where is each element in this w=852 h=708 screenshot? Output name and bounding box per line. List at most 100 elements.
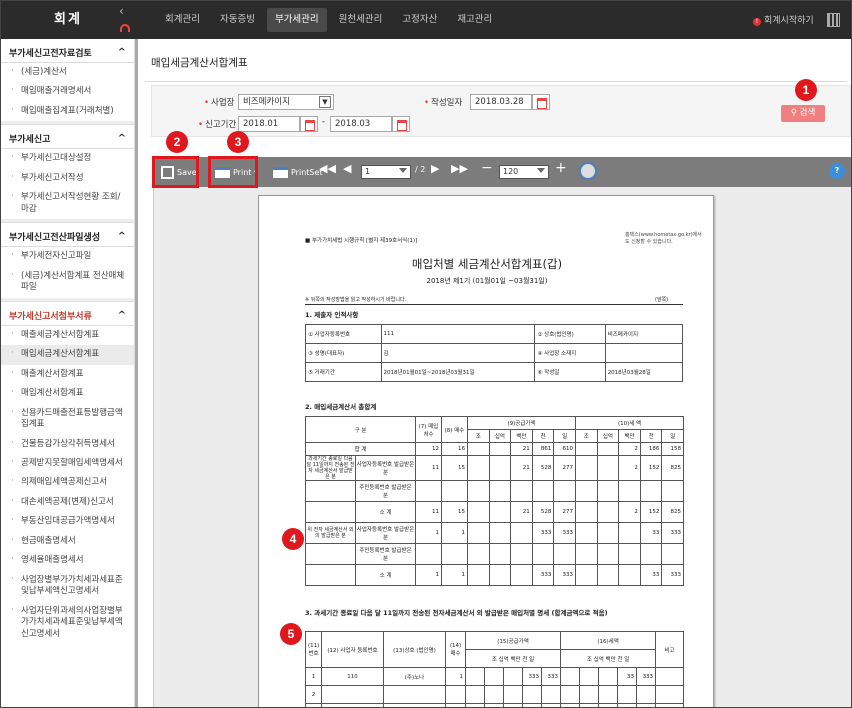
sidebar-item[interactable]: (세금)계산서 bbox=[1, 63, 134, 82]
table-cell: 김 bbox=[380, 343, 536, 363]
chevron-up-icon[interactable]: ^ bbox=[118, 310, 126, 321]
sidebar-item[interactable]: (세금)계산서합계표 전산매체파일 bbox=[1, 267, 134, 298]
page-total: / 2 bbox=[415, 165, 426, 174]
header-cell: (10)세 액 bbox=[575, 416, 685, 430]
sidebar-item[interactable]: 부가세전자신고파일 bbox=[1, 247, 134, 266]
sidebar-item[interactable]: 매입매출집계표(거래처별) bbox=[1, 102, 134, 121]
sidebar-section-header[interactable]: 부가세신고전자료검토 ^ bbox=[1, 43, 134, 63]
next-page-icon[interactable]: ▶ bbox=[431, 162, 439, 175]
sidebar-item[interactable]: 현금매출명세서 bbox=[1, 532, 134, 551]
sidebar-section-header[interactable]: 부가세신고서첨부서류 ^ bbox=[1, 306, 134, 326]
sidebar-item[interactable]: 의제매입세액공제신고서 bbox=[1, 473, 134, 492]
headset-icon[interactable] bbox=[120, 24, 130, 32]
period-to-input[interactable]: 2018.03 bbox=[330, 116, 392, 132]
table-cell bbox=[604, 343, 684, 363]
start-accounting-link[interactable]: ! 회계시작하기 bbox=[753, 13, 814, 26]
prev-page-icon[interactable]: ◀ bbox=[343, 162, 351, 175]
report-viewer[interactable]: ■ 부가가치세법 시행규칙 [별지 제39호서식(1)] 홈택스(www.hom… bbox=[153, 187, 851, 707]
sidebar-item[interactable]: 부가세신고대상설정 bbox=[1, 149, 134, 168]
sidebar-section-header[interactable]: 부가세신고전산파일생성 ^ bbox=[1, 227, 134, 248]
nav-tab[interactable]: 원천세관리 bbox=[331, 8, 391, 32]
table-cell bbox=[484, 685, 504, 704]
search-button[interactable]: ⚲ 검색 bbox=[781, 105, 825, 122]
sidebar-section-title: 부가세신고서첨부서류 bbox=[9, 311, 92, 322]
page-title: 매입세금계산서합계표 bbox=[151, 57, 248, 69]
zoom-out-icon[interactable]: − bbox=[481, 160, 493, 176]
chevron-up-icon[interactable]: ^ bbox=[118, 133, 126, 144]
printset-button[interactable]: PrintSet bbox=[273, 162, 323, 183]
table-cell: ② 상호(법인명) bbox=[534, 324, 606, 344]
page-input[interactable]: 1 bbox=[361, 165, 411, 179]
collapse-sidebar-icon[interactable]: ‹ bbox=[119, 4, 124, 18]
nav-tab[interactable]: 고정자산 bbox=[394, 8, 445, 32]
sidebar-item[interactable]: 사업자단위과세의사업장별부가가치세과세표준및납부세액신고명세서 bbox=[1, 602, 134, 644]
sidebar-item[interactable]: 매입계산서합계표 bbox=[1, 384, 134, 403]
app-logo[interactable]: 회계 bbox=[1, 1, 135, 39]
table-cell bbox=[467, 442, 490, 456]
last-page-icon[interactable]: ▶▶ bbox=[451, 162, 468, 175]
sidebar-item[interactable]: 부가세신고서작성 bbox=[1, 169, 134, 188]
chevron-up-icon[interactable]: ^ bbox=[118, 47, 126, 58]
table-cell bbox=[560, 703, 581, 707]
nav-tab[interactable]: 부가세관리 bbox=[266, 8, 327, 32]
calendar-icon[interactable] bbox=[300, 116, 318, 132]
calculator-icon[interactable] bbox=[827, 13, 840, 27]
first-page-icon[interactable]: ◀◀ bbox=[319, 162, 336, 175]
table-cell bbox=[510, 543, 533, 565]
sidebar-section-header[interactable]: 부가세신고 ^ bbox=[1, 129, 134, 150]
nav-tab[interactable]: 재고관리 bbox=[449, 8, 500, 32]
table-cell bbox=[596, 522, 620, 544]
row-label: 소 계 bbox=[379, 510, 392, 516]
refresh-icon[interactable] bbox=[579, 162, 597, 180]
group-label: 위 전자 세금계산서 외의 발급받은 분 bbox=[306, 523, 356, 543]
table-cell bbox=[596, 480, 620, 502]
sidebar-item[interactable]: 매입세금계산서합계표 bbox=[1, 345, 134, 365]
calendar-icon[interactable] bbox=[532, 94, 550, 110]
sidebar-item[interactable]: 매입매출거래명세서 bbox=[1, 82, 134, 101]
table-cell bbox=[598, 667, 619, 686]
header-cell: (8) 매수 bbox=[441, 416, 468, 443]
sidebar-section-title: 부가세신고 bbox=[9, 135, 51, 146]
business-select[interactable]: 비즈메카이지 ▼ bbox=[238, 94, 334, 110]
table-cell: 21 bbox=[510, 455, 533, 481]
header-cell: (12) 사업자 등록번호 bbox=[321, 631, 384, 668]
highlight-print bbox=[208, 156, 258, 188]
period-from-input[interactable]: 2018.01 bbox=[238, 116, 300, 132]
chevron-down-icon bbox=[399, 168, 407, 173]
zoom-in-icon[interactable]: + bbox=[555, 160, 567, 176]
sidebar-scrollbar[interactable] bbox=[135, 39, 138, 707]
sidebar-item[interactable]: 부가세신고서작성현황 조회/마감 bbox=[1, 188, 134, 219]
sidebar-item[interactable]: 신용카드매출전표등발행금액집계표 bbox=[1, 404, 134, 435]
table-cell: 21 bbox=[510, 442, 533, 456]
unit-cell: 백만 bbox=[510, 429, 533, 443]
help-icon[interactable]: ? bbox=[829, 163, 845, 179]
table-cell: 33 bbox=[639, 522, 663, 544]
sidebar-item[interactable]: 대손세액공제(변제)신고서 bbox=[1, 493, 134, 512]
header-cell: (7) 매입 처수 bbox=[415, 416, 442, 443]
sidebar-item[interactable]: 영세율매출명세서 bbox=[1, 551, 134, 570]
nav-tab[interactable]: 회계관리 bbox=[157, 8, 208, 32]
table-cell bbox=[321, 703, 384, 707]
sidebar-item[interactable]: 매출계산서합계표 bbox=[1, 365, 134, 384]
zoom-select[interactable]: 120 bbox=[499, 165, 549, 179]
chevron-up-icon[interactable]: ^ bbox=[118, 231, 126, 242]
sidebar-item[interactable]: 건물등감가상각취득명세서 bbox=[1, 435, 134, 454]
nav-tab[interactable]: 자동증빙 bbox=[212, 8, 263, 32]
calendar-icon[interactable] bbox=[392, 116, 410, 132]
table-cell bbox=[560, 685, 581, 704]
sidebar-item[interactable]: 사업장별부가가치세과세표준및납부세액신고명세서 bbox=[1, 571, 134, 602]
table-cell bbox=[636, 685, 657, 704]
table-cell bbox=[560, 667, 581, 686]
business-select-value: 비즈메카이지 bbox=[243, 97, 290, 107]
table-cell: 158 bbox=[661, 442, 685, 456]
highlight-save bbox=[152, 156, 199, 188]
sidebar-item[interactable]: 매출세금계산서합계표 bbox=[1, 326, 134, 345]
date-input[interactable]: 2018.03.28 bbox=[470, 94, 532, 110]
table-cell bbox=[617, 703, 638, 707]
sidebar-item[interactable]: 공제받지못할매입세액명세서 bbox=[1, 454, 134, 473]
sidebar-item[interactable]: 부동산임대공급가액명세서 bbox=[1, 512, 134, 531]
table-cell: 110 bbox=[321, 667, 384, 686]
table-cell: 12 bbox=[415, 442, 442, 456]
table-cell bbox=[618, 480, 641, 502]
table-cell bbox=[488, 564, 512, 586]
